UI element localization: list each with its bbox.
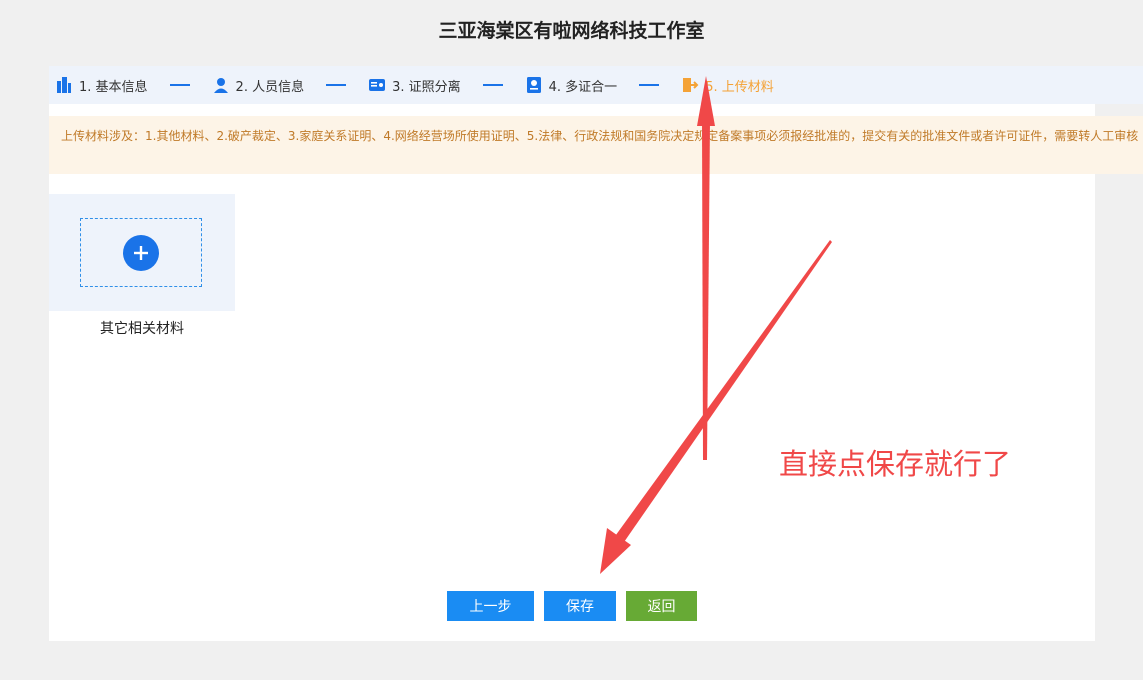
plus-icon[interactable] bbox=[123, 234, 159, 271]
step-label: 1. 基本信息 bbox=[79, 79, 148, 95]
upload-label: 其它相关材料 bbox=[100, 321, 184, 337]
certificate-icon bbox=[525, 76, 543, 94]
building-icon bbox=[55, 76, 73, 94]
page: 三亚海棠区有啦网络科技工作室 1. 基本信息 2. 人员信息 3. 证照分离 4… bbox=[0, 0, 1143, 680]
step-multi-certificate[interactable]: 4. 多证合一 bbox=[525, 76, 618, 95]
upload-door-icon bbox=[681, 76, 699, 94]
person-icon bbox=[212, 76, 230, 94]
annotation-text: 直接点保存就行了 bbox=[779, 447, 1012, 481]
step-separator bbox=[639, 84, 660, 86]
save-button[interactable]: 保存 bbox=[544, 591, 616, 621]
step-progress-bar: 1. 基本信息 2. 人员信息 3. 证照分离 4. 多证合一 5. 上传材料 bbox=[49, 66, 1143, 104]
id-card-icon bbox=[368, 76, 386, 94]
upload-tile bbox=[49, 194, 235, 311]
step-label: 2. 人员信息 bbox=[235, 79, 305, 95]
page-title: 三亚海棠区有啦网络科技工作室 bbox=[438, 20, 705, 42]
step-license-separation[interactable]: 3. 证照分离 bbox=[368, 76, 461, 95]
upload-notice: 上传材料涉及：1.其他材料、2.破产裁定、3.家庭关系证明、4.网络经营场所使用… bbox=[49, 116, 1143, 174]
step-separator bbox=[482, 84, 503, 86]
step-separator bbox=[169, 84, 190, 86]
step-label: 3. 证照分离 bbox=[392, 79, 461, 95]
step-label: 5. 上传材料 bbox=[705, 79, 774, 95]
upload-dropzone[interactable] bbox=[80, 218, 202, 287]
step-upload-materials[interactable]: 5. 上传材料 bbox=[681, 76, 774, 95]
step-personnel-info[interactable]: 2. 人员信息 bbox=[212, 76, 305, 95]
prev-step-button[interactable]: 上一步 bbox=[447, 591, 534, 621]
step-separator bbox=[326, 84, 347, 86]
step-label: 4. 多证合一 bbox=[548, 79, 618, 95]
back-button[interactable]: 返回 bbox=[626, 591, 697, 621]
step-basic-info[interactable]: 1. 基本信息 bbox=[55, 76, 148, 95]
